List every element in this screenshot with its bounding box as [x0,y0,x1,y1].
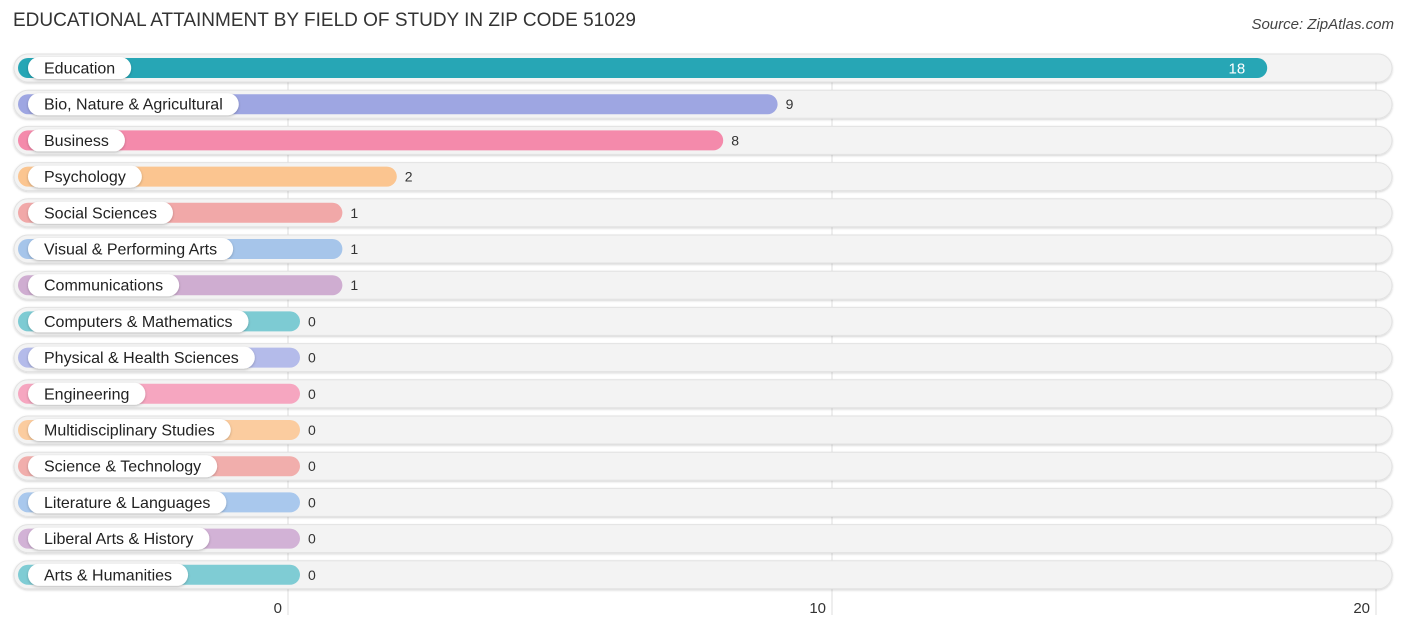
x-tick-label: 10 [809,600,826,617]
bar-row: Bio, Nature & Agricultural 9 [13,89,1393,119]
category-label: Multidisciplinary Studies [44,423,215,440]
x-tick-label: 20 [1353,600,1370,617]
bar-row: Multidisciplinary Studies 0 [13,415,1393,445]
value-label: 1 [350,241,358,257]
category-label: Visual & Performing Arts [44,242,217,259]
category-label: Science & Technology [44,459,201,476]
bar-row: Computers & Mathematics 0 [13,306,1393,336]
value-label: 1 [350,205,358,221]
value-label: 0 [308,422,316,438]
value-label: 18 [1229,61,1246,78]
category-label: Social Sciences [44,205,157,222]
category-label: Physical & Health Sciences [44,350,239,367]
category-label: Bio, Nature & Agricultural [44,97,223,114]
value-label: 0 [308,567,316,583]
x-axis-ticks: 0 10 20 [274,600,1370,617]
bar-row: Visual & Performing Arts 1 [13,234,1393,264]
category-label: Engineering [44,386,129,403]
category-label: Communications [44,278,163,295]
category-label: Literature & Languages [44,495,210,512]
bar-row: Liberal Arts & History 0 [13,524,1393,554]
bar-row: Literature & Languages 0 [13,487,1393,517]
bar-rows: Education 18Bio, Nature & Agricultural 9Bu… [13,53,1393,590]
value-label: 9 [786,96,794,112]
x-tick-label: 0 [274,600,282,617]
bar-row: Psychology 2 [13,162,1393,192]
bar-row: Business 8 [13,125,1393,155]
category-label: Arts & Humanities [44,567,172,584]
value-label: 2 [405,169,413,185]
value-label: 0 [308,458,316,474]
bar-row: Communications 1 [13,270,1393,300]
value-label: 1 [350,277,358,293]
category-label: Psychology [44,169,126,186]
bar-row: Arts & Humanities 0 [13,560,1393,590]
category-label: Computers & Mathematics [44,314,233,331]
bar-row: Science & Technology 0 [13,451,1393,481]
bar-row: Social Sciences 1 [13,198,1393,228]
value-label: 8 [731,132,739,148]
bar-chart: Education 18Bio, Nature & Agricultural 9Bu… [13,53,1393,617]
category-label: Liberal Arts & History [44,531,193,548]
bar-row: Physical & Health Sciences 0 [13,343,1393,373]
value-label: 0 [308,531,316,547]
bar-row: Engineering 0 [13,379,1393,409]
value-label: 0 [308,494,316,510]
value-label: 0 [308,386,316,402]
category-label: Business [44,133,109,150]
category-label: Education [44,61,115,78]
value-label: 0 [308,313,316,329]
value-label: 0 [308,350,316,366]
bar-row: Education 18 [13,53,1393,83]
bar[interactable] [18,58,1268,78]
